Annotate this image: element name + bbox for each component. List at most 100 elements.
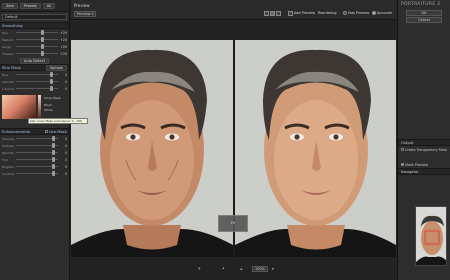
- portrait-original: [71, 40, 233, 257]
- cancel-button[interactable]: Cancel: [406, 17, 442, 23]
- slider-value[interactable]: 0: [60, 73, 67, 77]
- slider-label: Softness: [2, 143, 14, 148]
- slider-row[interactable]: Brightness 0: [0, 163, 69, 170]
- slider-row[interactable]: Tint 0: [0, 156, 69, 163]
- ok-button[interactable]: OK: [406, 10, 442, 16]
- slider-knob[interactable]: [49, 86, 53, 91]
- slider-track[interactable]: [16, 86, 58, 91]
- slider-knob[interactable]: [51, 171, 55, 176]
- add-preview-button[interactable]: Add Preview: [288, 10, 315, 16]
- sample-button[interactable]: Sample: [45, 64, 67, 71]
- navigator-section-header[interactable]: Navigator: [398, 168, 450, 175]
- output-section-header[interactable]: Output: [398, 139, 450, 146]
- slider-track[interactable]: [16, 44, 58, 49]
- mask-section-header[interactable]: Skin Mask Sample: [0, 64, 69, 71]
- zoom-out-icon[interactable]: ▾: [198, 266, 201, 272]
- retouched-preview-image[interactable]: [235, 40, 396, 257]
- smoothing-section-header[interactable]: Smoothing: [0, 22, 69, 29]
- slider-value[interactable]: +20: [60, 52, 67, 56]
- slider-track[interactable]: [16, 79, 58, 84]
- single-view-icon[interactable]: [264, 10, 269, 16]
- slider-knob[interactable]: [51, 157, 55, 162]
- preview-tab[interactable]: Preview 1: [74, 11, 96, 17]
- mask-title: Skin Mask: [2, 64, 22, 70]
- slider-value[interactable]: 0: [60, 87, 67, 91]
- slider-value[interactable]: 0: [60, 137, 67, 141]
- enhancements-section-header[interactable]: Enhancements Use Mask: [0, 128, 69, 135]
- fast-preview-label: Fast Preview: [348, 11, 370, 15]
- presets-button[interactable]: Presets: [20, 2, 41, 9]
- slider-track[interactable]: [16, 136, 58, 141]
- luminance-strip[interactable]: [38, 95, 41, 119]
- reordering-button[interactable]: Reordering: [318, 10, 337, 16]
- slider-knob[interactable]: [41, 44, 45, 49]
- slider-value[interactable]: 0: [60, 172, 67, 176]
- preview-title: Preview: [74, 3, 90, 8]
- mask-preview-checkbox[interactable]: [401, 163, 404, 166]
- slider-knob[interactable]: [51, 164, 55, 169]
- split-view-icon[interactable]: [270, 10, 275, 16]
- slider-track[interactable]: [16, 72, 58, 77]
- accurate-radio: [372, 11, 376, 15]
- original-preview-image[interactable]: [71, 40, 233, 257]
- slider-track[interactable]: [16, 51, 58, 56]
- side-by-side-icon[interactable]: [276, 10, 281, 16]
- slider-row[interactable]: Saturation 0: [0, 78, 69, 85]
- slider-row[interactable]: Contrast 0: [0, 170, 69, 177]
- slider-value[interactable]: 0: [60, 144, 67, 148]
- all-button[interactable]: All: [42, 2, 56, 9]
- slider-track[interactable]: [16, 171, 58, 176]
- slider-knob[interactable]: [49, 72, 53, 77]
- slider-knob[interactable]: [51, 136, 55, 141]
- slider-track[interactable]: [16, 37, 58, 42]
- zoom-in-icon[interactable]: ▴: [240, 266, 243, 272]
- slider-track[interactable]: [16, 164, 58, 169]
- slider-value[interactable]: +20: [60, 45, 67, 49]
- slider-row[interactable]: Threshold +20: [0, 50, 69, 57]
- zoom-dropdown-icon[interactable]: ▸: [272, 266, 275, 272]
- auto-detect-button[interactable]: Auto Detect: [20, 57, 49, 64]
- skin-color-swatch[interactable]: [2, 95, 36, 119]
- slider-knob[interactable]: [41, 37, 45, 42]
- slider-value[interactable]: +20: [60, 31, 67, 35]
- use-mask-checkbox[interactable]: [44, 130, 48, 133]
- slider-knob[interactable]: [51, 150, 55, 155]
- add-preview-icon: [288, 10, 293, 16]
- slider-value[interactable]: +20: [60, 38, 67, 42]
- slider-track[interactable]: [16, 150, 58, 155]
- mask-white-option[interactable]: White: [44, 108, 53, 112]
- slider-track[interactable]: [16, 143, 58, 148]
- zoom-level[interactable]: 100%: [252, 266, 268, 272]
- accurate-option[interactable]: Accurate: [372, 10, 392, 16]
- mask-color-area: Show Mask Black White Skin Color Mask Lu…: [0, 92, 88, 128]
- slider-track[interactable]: [16, 157, 58, 162]
- mask-black-option[interactable]: Black: [44, 103, 52, 107]
- pan-icon[interactable]: •: [222, 266, 225, 272]
- navigator-portrait: [416, 207, 446, 265]
- show-mask-label[interactable]: Show Mask: [44, 96, 61, 100]
- navigator-thumbnail[interactable]: [415, 206, 447, 266]
- slider-row[interactable]: Warmth 0: [0, 149, 69, 156]
- slider-knob[interactable]: [41, 30, 45, 35]
- slider-value[interactable]: 0: [60, 165, 67, 169]
- fast-preview-option[interactable]: Fast Preview: [343, 10, 369, 16]
- preset-select[interactable]: Default: [2, 14, 67, 20]
- split-handle[interactable]: Fit: [218, 215, 248, 232]
- slider-knob[interactable]: [51, 143, 55, 148]
- transparency-mask-label: Create Transparency Mask: [405, 147, 448, 152]
- slider-track[interactable]: [16, 30, 58, 35]
- slider-row[interactable]: Medium +20: [0, 36, 69, 43]
- slider-value[interactable]: 0: [60, 158, 67, 162]
- slider-knob[interactable]: [49, 79, 53, 84]
- slider-row[interactable]: Sharpness 0: [0, 135, 69, 142]
- slider-value[interactable]: 0: [60, 151, 67, 155]
- slider-row[interactable]: Luminance 0: [0, 85, 69, 92]
- slider-value[interactable]: 0: [60, 80, 67, 84]
- slider-row[interactable]: Softness 0: [0, 142, 69, 149]
- slider-row[interactable]: Hue 0: [0, 71, 69, 78]
- slider-knob[interactable]: [41, 51, 45, 56]
- transparency-mask-checkbox[interactable]: [401, 148, 404, 151]
- zero-button[interactable]: Zero: [2, 2, 19, 9]
- slider-row[interactable]: Large +20: [0, 43, 69, 50]
- slider-row[interactable]: Fine +20: [0, 29, 69, 36]
